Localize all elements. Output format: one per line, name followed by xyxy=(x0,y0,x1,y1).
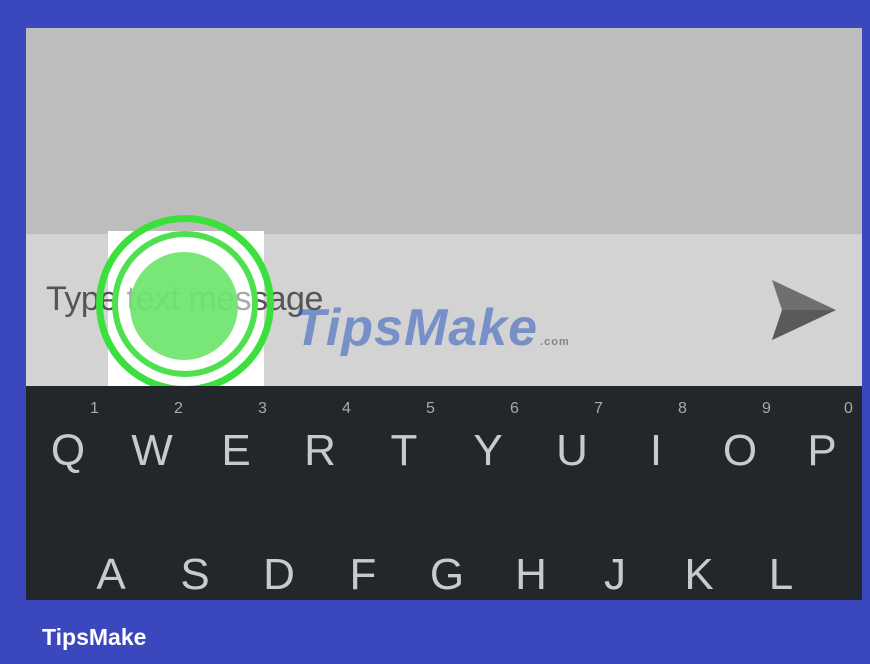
conversation-area xyxy=(26,28,862,234)
key-p[interactable]: P xyxy=(792,426,852,476)
keyboard: Q 1 W 2 E 3 R 4 T 5 Y 6 U 7 I 8 O 9 P 0 ASDFGHJKL xyxy=(26,386,862,600)
tap-indicator-dot xyxy=(130,252,238,360)
key-hint-4: 4 xyxy=(342,400,351,417)
send-icon[interactable] xyxy=(768,276,838,344)
key-hint-9: 9 xyxy=(762,400,771,417)
key-l[interactable]: L xyxy=(751,550,811,600)
key-g[interactable]: G xyxy=(417,550,477,600)
key-hint-0: 0 xyxy=(844,400,853,417)
watermark-text: TipsMake xyxy=(294,299,539,357)
key-e[interactable]: E xyxy=(206,426,266,476)
key-hint-5: 5 xyxy=(426,400,435,417)
key-y[interactable]: Y xyxy=(458,426,518,476)
key-s[interactable]: S xyxy=(165,550,225,600)
brand-label: TipsMake xyxy=(42,624,147,650)
key-hint-2: 2 xyxy=(174,400,183,417)
key-hint-3: 3 xyxy=(258,400,267,417)
key-q[interactable]: Q xyxy=(38,426,98,476)
key-h[interactable]: H xyxy=(501,550,561,600)
key-i[interactable]: I xyxy=(626,426,686,476)
watermark: TipsMake .com xyxy=(294,298,570,358)
key-hint-7: 7 xyxy=(594,400,603,417)
key-a[interactable]: A xyxy=(81,550,141,600)
key-o[interactable]: O xyxy=(710,426,770,476)
watermark-suffix: .com xyxy=(540,336,570,348)
key-f[interactable]: F xyxy=(333,550,393,600)
phone-screen: Type text message TipsMake.com Q1W2E3R4T… xyxy=(26,28,862,600)
key-w[interactable]: W xyxy=(122,426,182,476)
key-hint-8: 8 xyxy=(678,400,687,417)
key-t[interactable]: T xyxy=(374,426,434,476)
key-hint-1: 1 xyxy=(90,400,99,417)
key-d[interactable]: D xyxy=(249,550,309,600)
key-r[interactable]: R xyxy=(290,426,350,476)
key-j[interactable]: J xyxy=(585,550,645,600)
key-k[interactable]: K xyxy=(669,550,729,600)
key-hint-6: 6 xyxy=(510,400,519,417)
key-u[interactable]: U xyxy=(542,426,602,476)
